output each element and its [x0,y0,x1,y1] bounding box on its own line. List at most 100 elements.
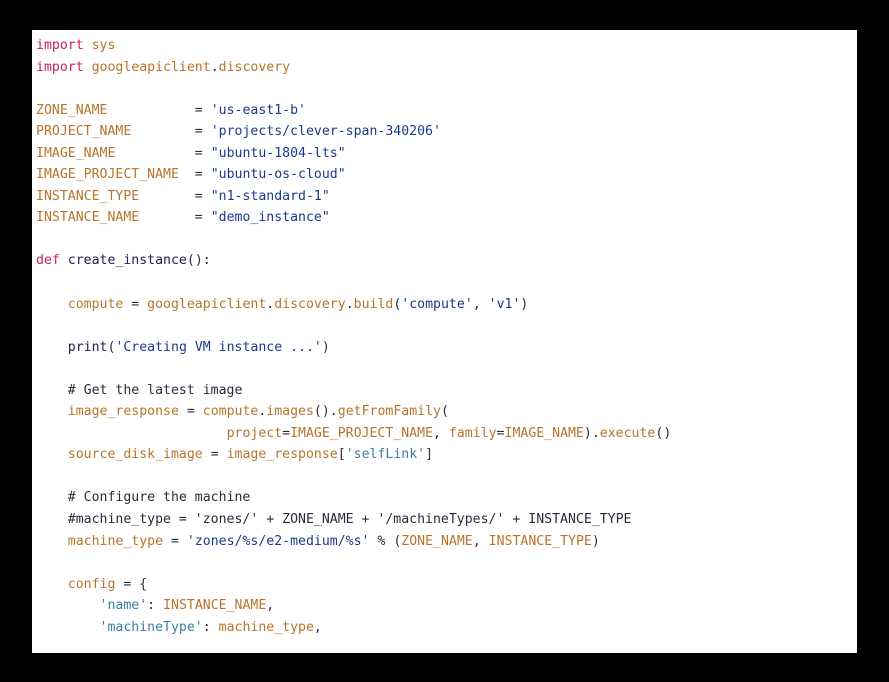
code-line[interactable]: import googleapiclient.discovery [36,57,857,79]
code-operator: % ( [369,533,402,549]
code-identifier: ZONE_NAME [401,533,473,549]
code-line[interactable]: import sys [36,35,857,57]
code-line[interactable]: source_disk_image = image_response['self… [36,444,857,466]
code-string: 'zones/%s/e2-medium/%s' [186,533,370,549]
code-operator [36,534,68,549]
code-identifier: execute [599,425,656,441]
code-line[interactable] [36,358,857,380]
code-operator: ( [440,404,449,420]
code-line[interactable]: project=IMAGE_PROJECT_NAME, family=IMAGE… [36,423,857,445]
code-line[interactable]: #machine_type = 'zones/' + ZONE_NAME + '… [36,509,857,531]
code-module-name: sys [91,38,116,53]
code-identifier: discovery [274,296,346,312]
code-line[interactable]: # Get the latest image [36,380,857,402]
code-identifier: googleapiclient [147,296,267,312]
code-string: 'v1' [488,296,521,312]
code-line[interactable]: 'name': INSTANCE_NAME, [36,595,857,617]
code-operator: . [345,296,354,312]
code-line[interactable] [36,229,857,251]
code-operator: , [313,619,322,635]
code-line[interactable]: IMAGE_PROJECT_NAME = "ubuntu-os-cloud" [36,164,857,186]
code-operator: = [139,188,211,204]
code-comment: # Configure the machine [67,490,251,506]
code-operator: () [655,425,672,441]
code-identifier: images [266,404,314,420]
code-identifier: config [67,576,116,592]
code-operator: , [433,425,449,441]
code-identifier: compute [202,404,259,420]
code-editor-panel[interactable]: import sys import googleapiclient.discove… [32,30,857,653]
code-string: 'us-east1-b' [210,102,306,118]
code-string: "ubuntu-os-cloud" [210,167,346,183]
code-line[interactable] [36,78,857,100]
code-dict-key: 'machineType' [99,619,203,635]
code-operator: : [147,598,164,614]
code-operator: = [139,210,211,226]
code-string: "demo_instance" [210,210,330,226]
code-line[interactable]: INSTANCE_TYPE = "n1-standard-1" [36,186,857,208]
code-operator: = [115,145,211,161]
code-line[interactable]: config = { [36,574,857,596]
code-operator: = [202,447,227,463]
code-line[interactable]: def create_instance(): [36,250,857,272]
code-identifier: compute [67,296,124,312]
code-operator: = [131,124,211,140]
code-operator [84,60,92,75]
code-string: "n1-standard-1" [210,188,330,204]
code-line[interactable]: INSTANCE_NAME = "demo_instance" [36,207,857,229]
code-identifier: family [448,425,497,441]
code-operator: : [202,619,219,635]
code-module-name: googleapiclient [91,59,211,75]
code-operator: . [210,59,219,75]
code-line[interactable]: 'machineType': machine_type, [36,617,857,639]
code-operator: = [282,425,291,441]
code-operator [36,620,100,635]
screenshot-root: import sys import googleapiclient.discove… [0,0,889,682]
code-operator: , [266,598,275,614]
code-operator [36,577,68,592]
code-identifier: IMAGE_PROJECT_NAME [36,167,179,183]
code-keyword: import [36,38,84,53]
code-line[interactable] [36,552,857,574]
code-string: 'projects/clever-span-340206' [210,124,441,140]
code-identifier: machine_type [67,533,164,549]
code-identifier: source_disk_image [67,447,203,463]
code-identifier: INSTANCE_TYPE [36,188,140,204]
code-identifier: project [226,425,283,441]
code-identifier: PROJECT_NAME [36,124,132,140]
code-keyword: def [36,253,60,269]
code-line[interactable] [36,315,857,337]
code-line[interactable] [36,272,857,294]
code-operator [36,340,68,355]
code-identifier: getFromFamily [337,404,441,420]
code-operator [60,253,68,268]
code-operator: = { [115,576,148,592]
code-identifier: IMAGE_NAME [504,425,584,441]
code-line[interactable]: # Configure the machine [36,487,857,509]
code-dict-key: 'name' [99,598,148,614]
code-operator: = [178,167,211,183]
code-line[interactable] [36,466,857,488]
code-comment: # Get the latest image [67,382,243,398]
code-operator: ) [591,533,600,549]
code-line[interactable]: compute = googleapiclient.discovery.buil… [36,294,857,316]
code-string: 'compute' [401,296,473,312]
code-identifier: image_response [67,404,179,420]
code-keyword: import [36,59,84,75]
code-line[interactable]: machine_type = 'zones/%s/e2-medium/%s' %… [36,531,857,553]
code-operator: ) [520,296,529,312]
code-line[interactable]: ZONE_NAME = 'us-east1-b' [36,100,857,122]
code-operator [36,426,227,441]
code-dict-key: 'selfLink' [345,447,426,463]
code-identifier: INSTANCE_NAME [36,210,140,226]
code-operator: , [472,296,489,312]
code-line[interactable]: image_response = compute.images().getFro… [36,401,857,423]
code-line[interactable]: print('Creating VM instance ...') [36,337,857,359]
code-line[interactable]: IMAGE_NAME = "ubuntu-1804-lts" [36,143,857,165]
python-source-code[interactable]: import sys import googleapiclient.discove… [36,35,857,638]
code-operator: = [496,425,505,441]
code-line[interactable]: PROJECT_NAME = 'projects/clever-span-340… [36,121,857,143]
code-operator [36,598,100,613]
code-operator: ). [583,425,600,441]
code-function-name: create_instance [67,253,187,269]
